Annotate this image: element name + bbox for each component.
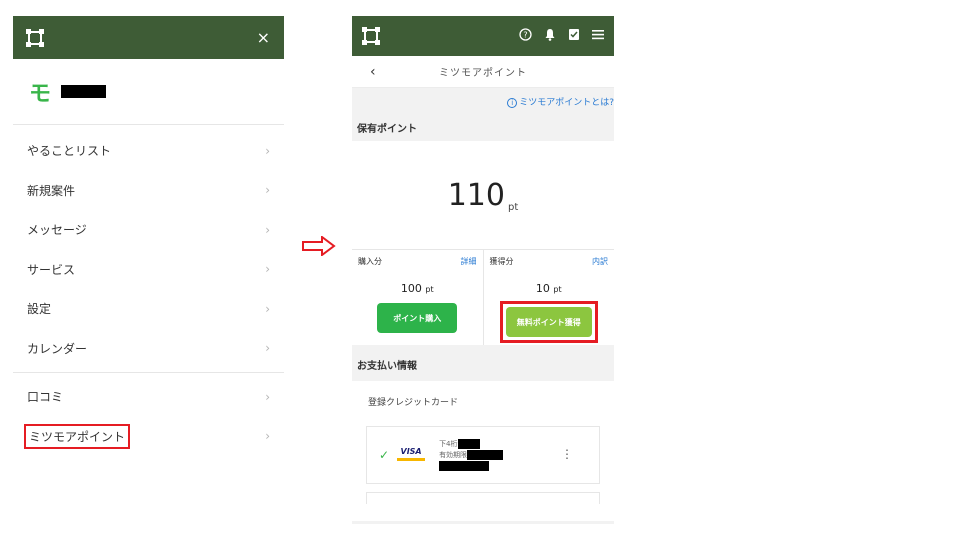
earned-amount-unit: pt: [553, 285, 562, 294]
points-screen: ? ‹ ミツモアポイント iミツモアポイントとは? 保有ポイント 110 pt: [352, 16, 614, 524]
card-details: 下4桁 有効期限: [439, 438, 504, 472]
held-points-value: 110: [447, 177, 505, 213]
app-header-bar: ?: [352, 16, 614, 56]
menu-item-label: 新規案件: [27, 183, 76, 198]
chevron-right-icon: ›: [265, 183, 270, 198]
payment-info-label: お支払い情報: [357, 360, 417, 372]
checklist-icon[interactable]: [568, 28, 580, 44]
menu-item-new-requests[interactable]: 新規案件 ›: [13, 171, 284, 211]
card-brand: VISA: [400, 447, 422, 456]
chevron-right-icon: ›: [265, 222, 270, 237]
held-points-label: 保有ポイント: [357, 124, 417, 135]
info-icon: i: [507, 97, 518, 108]
check-icon: ✓: [379, 448, 390, 462]
chevron-right-icon: ›: [265, 262, 270, 277]
app-logo-icon[interactable]: [25, 28, 45, 48]
card-expiry-label: 有効期限: [439, 450, 468, 459]
earned-amount-value: 10: [535, 282, 550, 295]
purchased-amount-unit: pt: [425, 285, 434, 294]
menu-header-bar: ×: [13, 16, 284, 59]
menu-item-label: サービス: [27, 262, 76, 277]
purchased-amount: 100 pt: [358, 282, 477, 295]
user-name-redacted: [61, 85, 107, 98]
card-last4-label: 下4桁: [439, 439, 458, 448]
earned-breakdown-link[interactable]: 内訳: [592, 256, 608, 267]
earned-points-column: 獲得分 内訳 10 pt 無料ポイント獲得: [482, 250, 615, 345]
side-menu-panel: × モ やることリスト › 新規案件 › メッセージ › サービス › 設定 ›…: [13, 16, 284, 524]
menu-item-label: カレンダー: [27, 341, 88, 356]
menu-item-messages[interactable]: メッセージ ›: [13, 210, 284, 250]
menu-item-label: ミツモアポイント: [24, 423, 131, 449]
menu-item-label: メッセージ: [27, 223, 87, 238]
purchased-points-column: 購入分 詳細 100 pt ポイント購入: [352, 250, 483, 345]
page-header: ‹ ミツモアポイント: [352, 56, 614, 88]
credit-card-item[interactable]: ✓ VISA 下4桁 有効期限 ⋮: [366, 426, 600, 484]
earned-amount: 10 pt: [490, 282, 609, 295]
purchased-amount-value: 100: [400, 282, 422, 295]
held-points-box: 110 pt: [352, 141, 614, 249]
main-menu-list: やることリスト › 新規案件 › メッセージ › サービス › 設定 › カレン…: [13, 131, 284, 368]
menu-divider: [13, 372, 284, 373]
svg-text:?: ?: [523, 31, 527, 40]
buy-points-button[interactable]: ポイント購入: [377, 303, 458, 333]
registered-cards-section: 登録クレジットカード ✓ VISA 下4桁 有効期限 ⋮: [352, 381, 614, 521]
menu-item-services[interactable]: サービス ›: [13, 250, 284, 290]
about-points-link-text: ミツモアポイントとは?: [519, 97, 614, 108]
menu-item-settings[interactable]: 設定 ›: [13, 289, 284, 329]
menu-item-label: 口コミ: [27, 390, 64, 405]
secondary-menu-list: 口コミ › ミツモアポイント ›: [13, 377, 284, 456]
points-breakdown: 購入分 詳細 100 pt ポイント購入 獲得分 内訳 10 pt 無料ポイント…: [352, 249, 614, 345]
redacted-block: [467, 449, 504, 460]
app-logo-icon[interactable]: [361, 26, 381, 46]
chevron-right-icon: ›: [265, 429, 270, 444]
menu-item-calendar[interactable]: カレンダー ›: [13, 329, 284, 369]
chevron-right-icon: ›: [265, 143, 270, 158]
held-points-unit: pt: [507, 202, 519, 213]
chevron-right-icon: ›: [265, 341, 270, 356]
chevron-right-icon: ›: [265, 389, 270, 404]
right-arrow-icon: [302, 236, 336, 256]
help-icon[interactable]: ?: [519, 28, 532, 44]
earned-label: 獲得分: [489, 257, 514, 266]
header-actions: ?: [519, 28, 604, 44]
menu-item-mitsumore-points[interactable]: ミツモアポイント ›: [13, 417, 284, 457]
free-points-highlight: 無料ポイント獲得: [499, 301, 598, 343]
menu-item-todo-list[interactable]: やることリスト ›: [13, 131, 284, 171]
user-profile-row[interactable]: モ: [13, 59, 284, 125]
card-options-icon[interactable]: ⋮: [561, 447, 573, 461]
next-card-item[interactable]: [366, 492, 600, 504]
menu-icon[interactable]: [592, 29, 604, 43]
close-menu-button[interactable]: ×: [257, 29, 270, 46]
menu-item-reviews[interactable]: 口コミ ›: [13, 377, 284, 417]
redacted-block: [439, 460, 490, 471]
visa-logo: VISA: [397, 446, 426, 464]
page-title: ミツモアポイント: [439, 68, 527, 79]
menu-item-label: やることリスト: [27, 144, 112, 159]
back-button[interactable]: ‹: [370, 64, 376, 80]
info-row: i ミツモアポイントとは?: [352, 88, 614, 114]
purchased-detail-link[interactable]: 詳細: [461, 256, 477, 267]
registered-cards-title: 登録クレジットカード: [368, 398, 459, 408]
get-free-points-button[interactable]: 無料ポイント獲得: [505, 307, 592, 337]
chevron-right-icon: ›: [265, 301, 270, 316]
about-points-link[interactable]: i ミツモアポイントとは?: [507, 95, 614, 108]
redacted-block: [457, 438, 480, 449]
bell-icon[interactable]: [544, 28, 556, 44]
menu-item-label: 設定: [27, 302, 52, 317]
purchased-label: 購入分: [358, 257, 382, 266]
user-initial-avatar: モ: [29, 81, 52, 107]
